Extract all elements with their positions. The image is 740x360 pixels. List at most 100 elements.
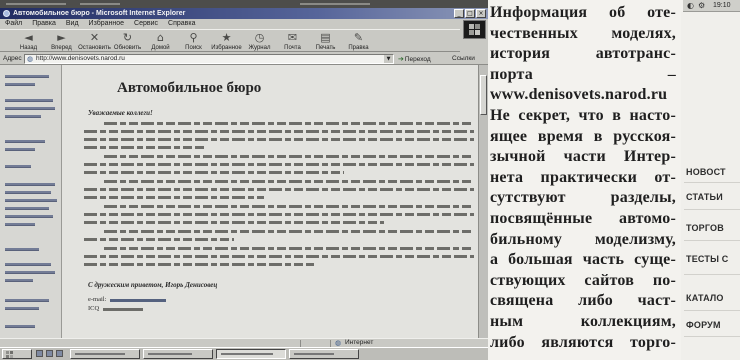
forward-label: Вперед [51, 45, 72, 51]
chevron-down-icon[interactable]: ▼ [384, 55, 393, 63]
back-arrow-icon: ◄ [24, 31, 33, 44]
sidebar-item-news[interactable]: НОВОСТ [686, 167, 726, 178]
nav-link[interactable] [5, 271, 55, 274]
nav-link[interactable] [5, 107, 55, 110]
nav-link[interactable] [5, 115, 41, 118]
nav-link[interactable] [5, 263, 51, 266]
nav-link[interactable] [5, 140, 45, 143]
nav-link[interactable] [5, 248, 39, 251]
maximize-icon[interactable]: □ [465, 9, 475, 18]
back-button[interactable]: ◄ Назад [12, 30, 45, 51]
menu-help[interactable]: Справка [168, 19, 195, 29]
menu-view[interactable]: Вид [66, 19, 79, 29]
menu-tools[interactable]: Сервис [134, 19, 158, 29]
illegible-text-line [84, 213, 474, 216]
scroll-thumb[interactable] [480, 75, 487, 115]
refresh-label: Обновить [113, 45, 142, 51]
email-label: e-mail: [88, 296, 107, 303]
forward-button[interactable]: ► Вперед [45, 30, 78, 51]
nav-link[interactable] [5, 325, 35, 328]
illegible-text-line [84, 146, 204, 149]
history-button[interactable]: ◷ Журнал [243, 30, 276, 51]
article-line: сутствуют разделы, [490, 189, 676, 207]
sidebar-item-articles[interactable]: СТАТЬИ [686, 192, 723, 203]
sidebar-item-forum[interactable]: ФОРУМ [686, 320, 721, 331]
article-line: Информация об оте- [490, 4, 676, 21]
print-icon: ▤ [320, 31, 331, 44]
article-line: либо являются торго- [490, 333, 676, 351]
nav-link[interactable] [5, 75, 49, 78]
search-icon: ⚲ [189, 31, 198, 44]
edit-button[interactable]: ✎ Правка [342, 30, 375, 51]
edit-icon: ✎ [353, 31, 364, 44]
sidebar-item-trade[interactable]: ТОРГОВ [686, 223, 724, 234]
nav-link[interactable] [5, 307, 39, 310]
illegible-text-line [104, 230, 474, 233]
go-button[interactable]: ➔Переход [398, 54, 431, 65]
taskbar-task[interactable] [70, 349, 140, 359]
ie-logo-icon [3, 10, 10, 17]
links-button[interactable]: Ссылки [452, 54, 475, 64]
title-bar[interactable]: Автомобильное бюро - Microsoft Internet … [0, 8, 488, 19]
sidebar-item-tests[interactable]: ТЕСТЫ С [686, 254, 729, 265]
taskbar-task-active[interactable] [216, 349, 286, 359]
volume-icon[interactable]: ◐ [687, 1, 694, 10]
article-line: а большая часть суще- [490, 251, 676, 269]
nav-link[interactable] [5, 207, 49, 210]
nav-link[interactable] [5, 223, 35, 226]
go-arrow-icon: ➔ [398, 55, 404, 63]
vertical-scrollbar[interactable] [478, 65, 488, 338]
menu-favorites[interactable]: Избранное [89, 19, 124, 29]
nav-link[interactable] [5, 148, 35, 151]
quick-launch-icon[interactable] [56, 350, 63, 357]
illegible-text-line [104, 155, 474, 158]
tray-app-icon[interactable]: ⚙ [698, 1, 705, 10]
favorites-star-icon: ★ [221, 31, 232, 44]
nav-link[interactable] [5, 99, 53, 102]
print-button[interactable]: ▤ Печать [309, 30, 342, 51]
history-label: Журнал [248, 45, 271, 51]
nav-link[interactable] [5, 165, 31, 168]
address-url[interactable]: http://www.denisovets.narod.ru [36, 55, 125, 63]
close-icon[interactable]: × [476, 9, 486, 18]
quick-launch-icon[interactable] [36, 350, 43, 357]
window-controls: _ □ × [454, 9, 486, 18]
illegible-text-line [84, 255, 474, 258]
start-button[interactable] [2, 349, 32, 359]
illegible-text-line [104, 180, 474, 183]
illegible-text-line [84, 171, 344, 174]
search-button[interactable]: ⚲ Поиск [177, 30, 210, 51]
nav-link[interactable] [5, 83, 35, 86]
taskbar-task[interactable] [143, 349, 213, 359]
menu-file[interactable]: Файл [5, 19, 22, 29]
menu-edit[interactable]: Правка [32, 19, 56, 29]
article-line: чественных моделях, [490, 24, 676, 42]
home-button[interactable]: ⌂ Домой [144, 30, 177, 51]
taskbar-task[interactable] [289, 349, 359, 359]
signature: С дружеским приветом, Игорь Денисовец [88, 281, 218, 289]
mail-button[interactable]: ✉ Почта [276, 30, 309, 51]
nav-link[interactable] [5, 183, 55, 186]
illegible-text-line [84, 196, 264, 199]
nav-link[interactable] [5, 279, 33, 282]
nav-link[interactable] [5, 299, 49, 302]
article-line: Не секрет, что в насто- [490, 106, 676, 124]
nav-link[interactable] [5, 215, 53, 218]
edit-label: Правка [348, 45, 369, 51]
nav-link[interactable] [5, 191, 51, 194]
illegible-text-line [104, 122, 474, 125]
minimize-icon[interactable]: _ [454, 9, 464, 18]
stop-button[interactable]: ✕ Остановить [78, 30, 111, 51]
favorites-button[interactable]: ★ Избранное [210, 30, 243, 51]
illegible-text-line [84, 163, 474, 166]
article-line: зычной части Интер- [490, 148, 676, 166]
illegible-text-line [84, 263, 314, 266]
address-input[interactable]: ◍ http://www.denisovets.narod.ru ▼ [24, 54, 394, 64]
nav-link[interactable] [5, 199, 57, 202]
article-line: посвящённые автомо- [490, 209, 676, 227]
quick-launch-icon[interactable] [46, 350, 53, 357]
email-link[interactable] [110, 298, 167, 302]
refresh-button[interactable]: ↻ Обновить [111, 30, 144, 51]
clock[interactable]: 19:10 [713, 1, 731, 10]
sidebar-item-catalog[interactable]: КАТАЛО [686, 293, 724, 304]
